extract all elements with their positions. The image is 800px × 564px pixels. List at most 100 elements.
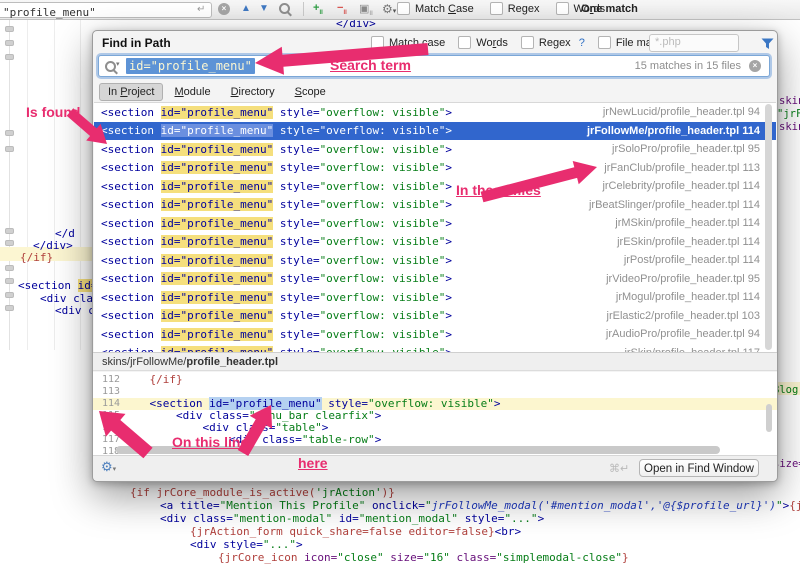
- find-all-icon[interactable]: [279, 3, 290, 14]
- gutter-marker: [5, 265, 14, 271]
- find-in-path-dialog: Find in Path Match case Words Regex? Fil…: [92, 30, 778, 482]
- result-file: jrMogul/profile_header.tpl 114: [616, 291, 760, 303]
- search-icon[interactable]: [105, 61, 116, 72]
- file-mask-combo[interactable]: *.php: [649, 34, 739, 52]
- dialog-footer: ⚙▾ ⌘↵ Open in Find Window: [93, 455, 777, 481]
- preview-code: <div class="table-row">: [123, 434, 381, 446]
- tab-directory[interactable]: Directory: [222, 83, 284, 101]
- regex-checkbox[interactable]: Regex: [490, 2, 540, 15]
- gutter-marker: [5, 130, 14, 136]
- result-file: jrFanClub/profile_header.tpl 113: [604, 162, 760, 174]
- previous-occurrence-icon[interactable]: ▲: [241, 3, 251, 15]
- result-row[interactable]: <section id="profile_menu" style="overfl…: [94, 159, 776, 178]
- checkbox-box[interactable]: [598, 36, 611, 49]
- preview-vertical-scrollbar[interactable]: [766, 404, 772, 432]
- code-line: <section id="profile_menu": [18, 279, 92, 292]
- result-row[interactable]: <section id="profile_menu" style="overfl…: [94, 122, 776, 141]
- code-line: <div style="...">: [190, 538, 303, 551]
- code-line: {/if}: [20, 251, 53, 264]
- result-row[interactable]: <section id="profile_menu" style="overfl…: [94, 214, 776, 233]
- match-text: <section id="profile_menu" style="overfl…: [101, 291, 452, 304]
- result-row[interactable]: <section id="profile_menu" style="overfl…: [94, 177, 776, 196]
- match-text: <section id="profile_menu" style="overfl…: [101, 124, 452, 137]
- result-row[interactable]: <section id="profile_menu" style="overfl…: [94, 233, 776, 252]
- open-in-find-window-button[interactable]: Open in Find Window: [639, 459, 759, 477]
- dialog-options: Match case Words Regex? File mask:: [371, 36, 666, 49]
- checkbox-box[interactable]: [521, 36, 534, 49]
- result-file: jrMSkin/profile_header.tpl 114: [615, 217, 760, 229]
- search-history-caret-icon[interactable]: ▾: [116, 60, 120, 68]
- tab-scope[interactable]: Scope: [286, 83, 335, 101]
- remove-selection-icon[interactable]: −II: [337, 2, 347, 16]
- select-all-occurrences-icon[interactable]: ▣II: [359, 2, 373, 17]
- code-line: skin=": [779, 95, 800, 107]
- results-summary: 15 matches in 15 files: [635, 60, 741, 72]
- match-case-label: Match case: [389, 37, 445, 49]
- checkbox-box[interactable]: [458, 36, 471, 49]
- scope-tabs: In ProjectModuleDirectoryScope: [99, 83, 335, 101]
- tab-module[interactable]: Module: [165, 83, 219, 101]
- match-text: <section id="profile_menu" style="overfl…: [101, 106, 452, 119]
- checkbox-box[interactable]: [371, 36, 384, 49]
- match-case-checkbox[interactable]: Match case: [371, 36, 445, 49]
- gutter-marker: [5, 228, 14, 234]
- line-number: 112: [102, 374, 120, 386]
- line-number: 115: [102, 410, 120, 422]
- match-text: <section id="profile_menu" style="overfl…: [101, 272, 452, 285]
- regex-checkbox[interactable]: Regex?: [521, 36, 585, 49]
- tab-in-project[interactable]: In Project: [99, 83, 163, 101]
- words-checkbox[interactable]: Words: [458, 36, 508, 49]
- result-row[interactable]: <section id="profile_menu" style="overfl…: [94, 103, 776, 122]
- cmd-enter-shortcut-icon: ⌘↵: [609, 462, 629, 475]
- match-text: <section id="profile_menu" style="overfl…: [101, 198, 452, 211]
- filter-funnel-icon[interactable]: [761, 37, 774, 55]
- result-row[interactable]: <section id="profile_menu" style="overfl…: [94, 307, 776, 326]
- result-row[interactable]: <section id="profile_menu" style="overfl…: [94, 270, 776, 289]
- result-file: jrPost/profile_header.tpl 114: [624, 254, 760, 266]
- match-count-status: One match: [581, 3, 638, 15]
- search-settings-gear-icon[interactable]: ⚙▾: [382, 2, 396, 16]
- result-file: jrCelebrity/profile_header.tpl 114: [602, 180, 760, 192]
- result-row[interactable]: <section id="profile_menu" style="overfl…: [94, 288, 776, 307]
- match-text: <section id="profile_menu" style="overfl…: [101, 180, 452, 193]
- code-line: {jrCore_icon icon="close" size="16" clas…: [218, 551, 629, 564]
- checkbox-box[interactable]: [397, 2, 410, 15]
- annotation-here: here: [298, 455, 328, 471]
- clear-search-icon[interactable]: ×: [749, 60, 761, 72]
- checkbox-box[interactable]: [490, 2, 503, 15]
- preview-code: {/if}: [123, 374, 183, 386]
- result-file: jrBeatSlinger/profile_header.tpl 114: [589, 199, 760, 211]
- result-row[interactable]: <section id="profile_menu" style="overfl…: [94, 251, 776, 270]
- checkbox-box[interactable]: [556, 2, 569, 15]
- editor-find-options: Match Case Regex Words: [397, 2, 605, 15]
- results-scrollbar[interactable]: [765, 104, 772, 350]
- settings-gear-icon[interactable]: ⚙▾: [101, 459, 116, 475]
- add-selection-icon[interactable]: +II: [313, 2, 323, 16]
- gutter-marker: [5, 54, 14, 60]
- result-file: jrElastic2/profile_header.tpl 103: [607, 310, 760, 322]
- editor-find-input[interactable]: "profile_menu" ↵: [0, 2, 212, 18]
- toolbar-divider: [303, 2, 304, 16]
- result-file: jrVideoPro/profile_header.tpl 95: [606, 273, 760, 285]
- next-occurrence-icon[interactable]: ▼: [259, 3, 269, 15]
- result-row[interactable]: <section id="profile_menu" style="overfl…: [94, 140, 776, 159]
- result-row[interactable]: <section id="profile_menu" style="overfl…: [94, 196, 776, 215]
- path-file: profile_header.tpl: [186, 356, 278, 368]
- find-query-input[interactable]: ▾ id="profile_menu" 15 matches in 15 fil…: [98, 55, 770, 77]
- editor-find-toolbar: "profile_menu" ↵ × ▲ ▼ +II −II ▣II ⚙▾ Ma…: [0, 0, 800, 20]
- line-number: 113: [102, 386, 120, 398]
- indent-guide: [27, 20, 28, 350]
- path-prefix: skins/jrFollowMe/: [102, 356, 186, 368]
- code-line: "jrFol: [777, 108, 800, 120]
- result-row[interactable]: <section id="profile_menu" style="overfl…: [94, 325, 776, 344]
- match-case-checkbox[interactable]: Match Case: [397, 2, 474, 15]
- match-text: <section id="profile_menu" style="overfl…: [101, 217, 452, 230]
- regex-label: Regex: [508, 3, 540, 15]
- gutter-marker: [5, 26, 14, 32]
- clear-search-icon[interactable]: ×: [218, 3, 230, 15]
- results-list[interactable]: <section id="profile_menu" style="overfl…: [94, 102, 776, 353]
- match-text: <section id="profile_menu" style="overfl…: [101, 328, 452, 341]
- regex-help-link[interactable]: ?: [579, 37, 585, 49]
- words-label: Words: [476, 37, 508, 49]
- code-line: {jrAction_form quick_share=false editor=…: [190, 525, 521, 538]
